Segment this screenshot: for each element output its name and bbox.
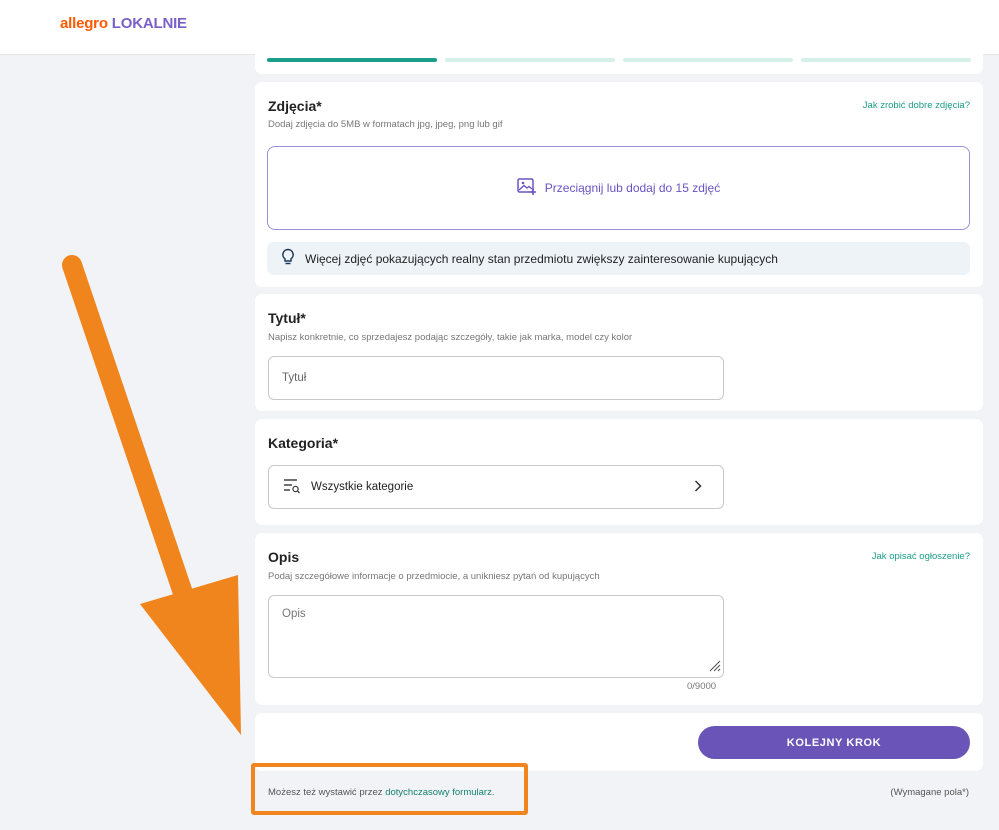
photos-help-link[interactable]: Jak zrobić dobre zdjęcia? [863,100,970,111]
title-subtitle: Napisz konkretnie, co sprzedajesz podają… [268,332,633,343]
image-add-icon [517,177,537,199]
tip-text: Więcej zdjęć pokazujących realny stan pr… [305,251,778,266]
progress-step-1 [267,58,437,62]
description-section: Opis Jak opisać ogłoszenie? Podaj szczeg… [255,533,983,705]
annotation-highlight-box [251,763,528,815]
resize-handle-icon[interactable] [707,658,721,675]
next-step-button[interactable]: KOLEJNY KROK [698,726,970,759]
title-placeholder: Tytuł [282,372,307,384]
title-heading: Tytuł* [268,310,306,326]
dropzone-label: Przeciągnij lub dodaj do 15 zdjęć [544,181,721,195]
lightbulb-icon [281,248,295,269]
allegro-lokalnie-logo[interactable]: allegro LOKALNIE [60,15,187,32]
photos-tip: Więcej zdjęć pokazujących realny stan pr… [267,242,970,275]
category-select[interactable]: Wszystkie kategorie [268,465,724,509]
logo-lokalnie-text: LOKALNIE [111,15,187,32]
category-search-icon [283,478,301,497]
logo-allegro-text: allegro [60,15,108,32]
description-heading: Opis [268,549,300,565]
description-textarea[interactable]: Opis [268,595,724,678]
description-subtitle: Podaj szczegółowe informacje o przedmioc… [268,571,600,582]
description-help-link[interactable]: Jak opisać ogłoszenie? [872,551,970,562]
photos-section: Zdjęcia* Dodaj zdjęcia do 5MB w formatac… [255,82,983,287]
photos-title: Zdjęcia* [268,98,322,114]
progress-card [255,40,983,74]
category-heading: Kategoria* [268,435,339,451]
step-progress-bar [267,58,971,62]
title-input[interactable]: Tytuł [268,356,724,400]
required-fields-note: (Wymagane pola*) [890,787,969,798]
description-placeholder: Opis [282,608,306,620]
progress-step-3 [623,58,793,62]
title-section: Tytuł* Napisz konkretnie, co sprzedajesz… [255,294,983,411]
category-select-label: Wszystkie kategorie [311,481,414,493]
category-section: Kategoria* Wszystkie kategorie [255,419,983,525]
description-char-counter: 0/9000 [687,681,717,692]
chevron-right-icon [693,479,703,496]
photos-subtitle: Dodaj zdjęcia do 5MB w formatach jpg, jp… [268,119,503,130]
progress-step-4 [801,58,971,62]
photo-dropzone[interactable]: Przeciągnij lub dodaj do 15 zdjęć [267,146,970,230]
progress-step-2 [445,58,615,62]
